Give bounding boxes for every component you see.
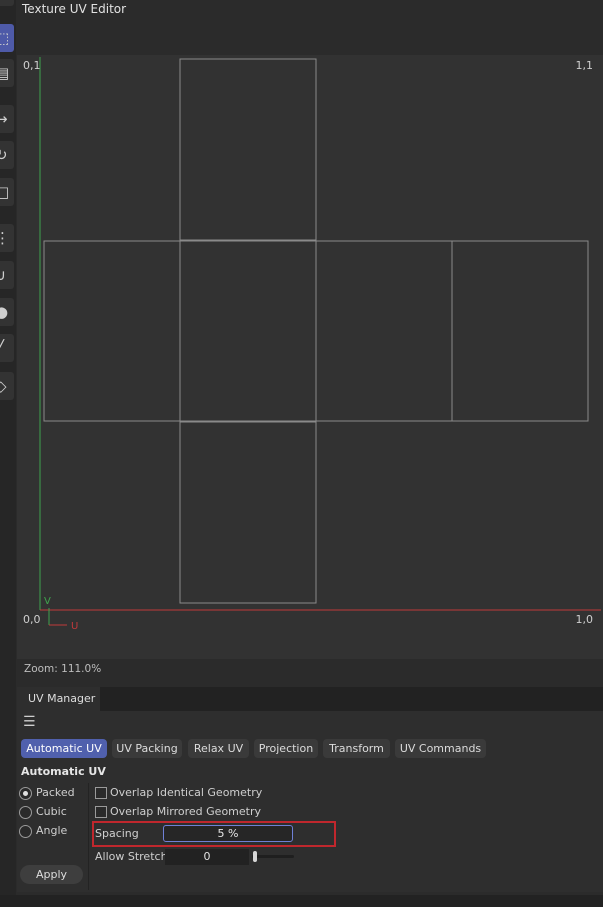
- mode-angle-radio[interactable]: [19, 825, 32, 838]
- allow-stretch-label: Allow Stretch: [95, 850, 168, 863]
- axis-v-label: V: [44, 596, 51, 607]
- scale-tool[interactable]: □: [0, 178, 14, 206]
- uv-face-top: [179, 58, 317, 241]
- move-tool[interactable]: ↔: [0, 105, 14, 133]
- overlap-identical-checkbox[interactable]: [95, 787, 107, 799]
- zoom-readout: Zoom: 111.0%: [24, 663, 102, 675]
- uv-manager-tabbar: [17, 687, 603, 711]
- subtab-transform[interactable]: Transform: [323, 739, 390, 758]
- uv-layout-svg: [39, 57, 601, 626]
- uv-face-center: [179, 240, 317, 422]
- select-rect-tool[interactable]: ⬚: [0, 24, 14, 52]
- select-rect-icon: ⬚: [0, 29, 10, 47]
- section-title: Automatic UV: [21, 765, 106, 778]
- subtab-projection[interactable]: Projection: [254, 739, 318, 758]
- allow-stretch-slider[interactable]: [252, 855, 294, 858]
- knife-tool[interactable]: ╱: [0, 334, 14, 362]
- tool-palette: ⬚ ▤ ↔ ↻ □ ⋮ ∪ ● ╱ ◇: [0, 0, 16, 907]
- apply-button[interactable]: Apply: [20, 865, 83, 884]
- loop-icon: ●: [0, 303, 9, 321]
- rotate-icon: ↻: [0, 146, 8, 164]
- mode-packed-radio[interactable]: [19, 787, 32, 800]
- rotate-tool[interactable]: ↻: [0, 141, 14, 169]
- loop-tool[interactable]: ●: [0, 298, 14, 326]
- allow-stretch-input[interactable]: 0: [165, 849, 249, 865]
- overlap-mirrored-label: Overlap Mirrored Geometry: [110, 805, 261, 818]
- subtab-relax-uv[interactable]: Relax UV: [188, 739, 249, 758]
- mode-cubic-radio[interactable]: [19, 806, 32, 819]
- overlap-identical-label: Overlap Identical Geometry: [110, 786, 263, 799]
- magnet-tool[interactable]: ∪: [0, 261, 14, 289]
- tab-uv-manager[interactable]: UV Manager: [17, 687, 100, 711]
- subtab-uv-commands[interactable]: UV Commands: [395, 739, 486, 758]
- mode-cubic-label: Cubic: [36, 805, 67, 818]
- uv-polygon-tool[interactable]: ▤: [0, 59, 14, 87]
- subtab-uv-packing[interactable]: UV Packing: [112, 739, 182, 758]
- tool-partial-top[interactable]: [0, 0, 14, 6]
- uv-face-back: [451, 240, 589, 422]
- uv-face-bottom: [179, 421, 317, 604]
- status-bar: [0, 895, 603, 907]
- corner-top-left: 0,1: [23, 59, 41, 72]
- knife-icon: ╱: [0, 339, 4, 357]
- axis-u-label: U: [71, 621, 79, 632]
- uv-viewport[interactable]: 0,1 1,1 0,0 1,0 V U: [17, 55, 603, 659]
- subtab-automatic-uv[interactable]: Automatic UV: [21, 739, 107, 758]
- move-icon: ↔: [0, 110, 8, 128]
- allow-stretch-slider-handle[interactable]: [253, 851, 257, 862]
- uv-face-left: [43, 240, 181, 422]
- spacing-label: Spacing: [95, 827, 139, 840]
- spacing-input[interactable]: 5 %: [163, 825, 293, 842]
- overlap-mirrored-checkbox[interactable]: [95, 806, 107, 818]
- panel-divider: [88, 783, 89, 890]
- uv-face-right: [315, 240, 453, 422]
- uv-mirror-tool[interactable]: ⋮: [0, 224, 14, 252]
- uv-mirror-icon: ⋮: [0, 229, 10, 247]
- projection-icon: ◇: [0, 377, 7, 395]
- magnet-icon: ∪: [0, 266, 6, 284]
- scale-icon: □: [0, 183, 10, 201]
- corner-bottom-left: 0,0: [23, 613, 41, 626]
- window-title: Texture UV Editor: [22, 2, 127, 16]
- corner-top-right: 1,1: [575, 59, 594, 72]
- mode-packed-label: Packed: [36, 786, 75, 799]
- corner-bottom-right: 1,0: [575, 613, 594, 626]
- mode-angle-label: Angle: [36, 824, 68, 837]
- uv-polygon-icon: ▤: [0, 64, 10, 82]
- projection-tool[interactable]: ◇: [0, 372, 14, 400]
- hamburger-menu-icon[interactable]: ☰: [23, 715, 37, 729]
